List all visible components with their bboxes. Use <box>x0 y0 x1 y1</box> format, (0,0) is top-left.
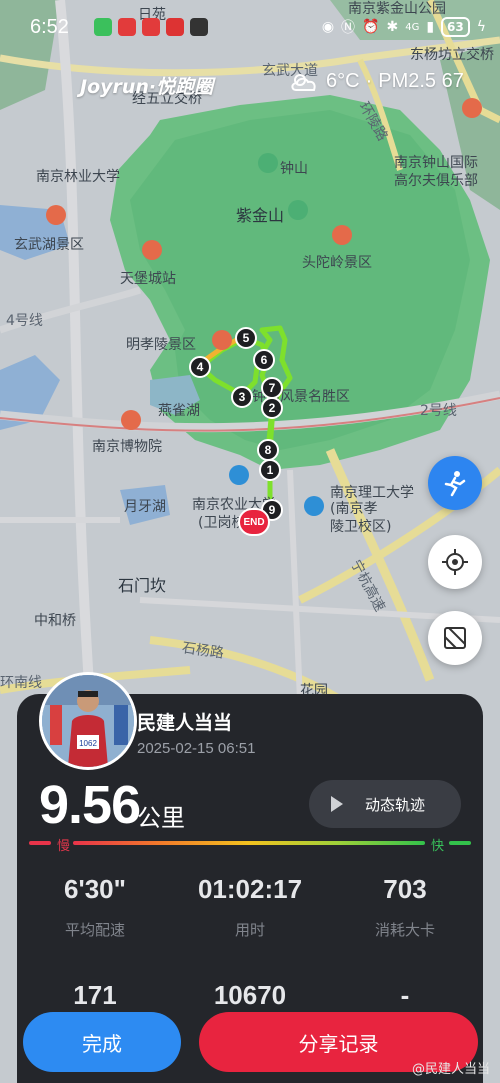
locate-button[interactable] <box>428 535 482 589</box>
status-indicators: ◉ Ⓝ ⏰ ✱ 4G ▮ 63 ϟ <box>322 17 486 37</box>
app-notification-icon <box>190 18 208 36</box>
stat-value: 10670 <box>213 980 287 1010</box>
map-label: 2号线 <box>420 403 457 419</box>
stat-label: 消耗大卡 <box>374 921 435 939</box>
mountain-poi-icon <box>288 200 308 220</box>
air-quality: PM2.5 67 <box>378 70 464 92</box>
stat-duration: 01:02:17 用时 <box>180 874 320 940</box>
museum-poi-icon <box>121 410 141 430</box>
map-label: 玄武湖景区 <box>14 237 84 253</box>
map-label: 南京钟山国际 <box>394 155 478 171</box>
route-km-marker: 2 <box>261 397 283 419</box>
pace-slow-label: 慢 <box>57 839 71 854</box>
map-label: 陵卫校区) <box>330 519 392 535</box>
stat-value: - <box>400 980 410 1010</box>
app-notification-icon <box>118 18 136 36</box>
stat-value: 703 <box>383 874 427 904</box>
route-km-marker: 7 <box>261 377 283 399</box>
network-type: 4G <box>405 21 420 33</box>
weather-info: 6°C · PM2.5 67 <box>290 70 464 93</box>
status-time: 6:52 <box>30 16 69 38</box>
battery-level: 63 <box>441 17 470 37</box>
scenic-poi-icon <box>462 98 482 118</box>
watermark: @民建人当当 <box>411 1062 490 1077</box>
cloud-icon <box>291 73 316 91</box>
distance-value: 9.56 <box>39 775 141 835</box>
route-end-marker: END <box>238 508 270 536</box>
avatar-photo: 1062 <box>42 675 134 767</box>
done-button[interactable]: 完成 <box>23 1012 181 1072</box>
stat-label: 平均配速 <box>64 921 125 939</box>
temperature: 6°C <box>326 70 360 92</box>
map-label: 月牙湖 <box>124 499 166 515</box>
stat-value: 171 <box>73 980 117 1010</box>
map-label: 高尔夫俱乐部 <box>394 173 478 189</box>
nfc-icon: Ⓝ <box>341 20 356 36</box>
map-label: (南京孝 <box>330 501 378 517</box>
distance-unit: 公里 <box>137 804 185 832</box>
track-replay-button[interactable]: 动态轨迹 <box>309 780 461 828</box>
stat-value: 01:02:17 <box>197 874 303 904</box>
pace-legend-slow-bar <box>29 841 51 845</box>
map-style-button[interactable] <box>428 611 482 665</box>
avatar[interactable]: 1062 <box>39 672 137 770</box>
app-brand: Joyrun·悦跑圈 <box>80 76 214 98</box>
route-km-marker: 8 <box>257 439 279 461</box>
app-notification-icon <box>166 18 184 36</box>
map-label: 明孝陵景区 <box>126 337 196 353</box>
map-label: 南京林业大学 <box>36 169 120 185</box>
university-poi-icon <box>229 465 249 485</box>
map-label: 4号线 <box>6 313 43 329</box>
run-mode-button[interactable] <box>428 456 482 510</box>
pace-fast-label: 快 <box>431 839 445 854</box>
scenic-poi-icon <box>332 225 352 245</box>
alarm-icon: ⏰ <box>362 19 380 35</box>
map-label: 紫金山 <box>236 206 285 225</box>
university-poi-icon <box>304 496 324 516</box>
stat-avg-pace: 6'30" 平均配速 <box>25 874 165 940</box>
map-label: 中和桥 <box>34 613 76 629</box>
play-icon <box>331 796 343 812</box>
stat-steps: 10670 <box>180 980 320 1011</box>
stat-calories: 703 消耗大卡 <box>335 874 475 940</box>
stat-cadence: 171 <box>25 980 165 1011</box>
map-label: 天堡城站 <box>120 271 176 287</box>
username: 民建人当当 <box>137 712 233 734</box>
mountain-poi-icon <box>258 153 278 173</box>
route-km-marker: 6 <box>253 349 275 371</box>
notification-icons <box>94 18 208 36</box>
scenic-poi-icon <box>142 240 162 260</box>
route-km-marker: 5 <box>235 327 257 349</box>
map-layers-icon <box>444 627 466 649</box>
stat-value: 6'30" <box>64 874 126 904</box>
eye-icon: ◉ <box>321 19 335 35</box>
status-bar: 6:52 ◉ Ⓝ ⏰ ✱ 4G ▮ 63 ϟ <box>0 0 500 58</box>
pace-legend-fast-bar <box>449 841 471 845</box>
crosshair-icon <box>442 549 468 575</box>
map-label: 南京博物院 <box>92 439 162 455</box>
weather-separator: · <box>365 70 373 92</box>
stat-elevation: - <box>335 980 475 1011</box>
map-label: 石门坎 <box>118 576 167 595</box>
bib-number: 1062 <box>79 739 97 748</box>
route-km-marker: 1 <box>259 459 281 481</box>
signal-icon: ▮ <box>426 19 435 35</box>
scenic-poi-icon <box>46 205 66 225</box>
stat-label: 用时 <box>234 921 265 939</box>
scenic-poi-icon <box>212 330 232 350</box>
map-label: 钟山 <box>280 161 308 177</box>
map-label: 燕雀湖 <box>158 403 200 419</box>
pace-gradient-bar <box>73 841 425 845</box>
route-km-marker: 4 <box>189 356 211 378</box>
run-datetime: 2025-02-15 06:51 <box>137 740 256 757</box>
map-label: 头陀岭景区 <box>302 255 372 271</box>
runner-icon <box>444 471 466 497</box>
wechat-icon <box>94 18 112 36</box>
charging-icon: ϟ <box>476 19 486 35</box>
route-km-marker: 3 <box>231 386 253 408</box>
bluetooth-icon: ✱ <box>386 19 399 35</box>
map-label: 环南线 <box>0 675 42 691</box>
track-replay-label: 动态轨迹 <box>365 795 426 814</box>
app-notification-icon <box>142 18 160 36</box>
